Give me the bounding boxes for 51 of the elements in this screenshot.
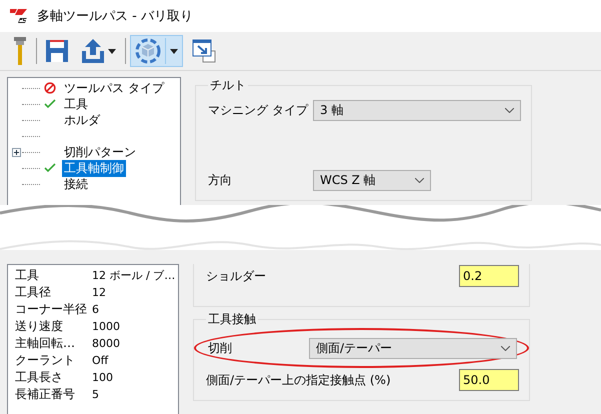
group-title: チルト xyxy=(209,77,247,94)
tree-item[interactable]: 切削パターン xyxy=(62,144,138,160)
info-value: 12 xyxy=(92,286,106,299)
tree-item[interactable]: ホルダ xyxy=(62,112,102,128)
toolbar-button[interactable] xyxy=(130,35,183,67)
contact-point-input[interactable]: 50.0 xyxy=(459,369,519,391)
expand-icon[interactable] xyxy=(12,148,21,156)
check-icon xyxy=(44,163,56,173)
info-name: 工具 xyxy=(15,267,40,284)
chevron-icon xyxy=(415,178,424,182)
info-name: 主軸回転… xyxy=(15,335,76,352)
tool-icon xyxy=(13,37,27,65)
field-label: 方向 xyxy=(208,172,232,188)
info-value: 8000 xyxy=(92,337,120,350)
cutting-dropdown[interactable]: 側面/テーパー xyxy=(309,338,517,358)
info-value: 6 xyxy=(92,303,99,316)
save-icon xyxy=(46,40,68,62)
info-name: 工具長さ xyxy=(15,369,64,386)
direction-dropdown[interactable]: WCS Z 軸 xyxy=(313,170,431,190)
chevron-icon xyxy=(505,108,514,112)
caret-icon xyxy=(170,48,178,54)
chevron-icon xyxy=(501,346,510,350)
info-name: 工具径 xyxy=(15,284,52,301)
tree-item[interactable]: 工具軸制御 xyxy=(62,160,126,176)
window-arrow-icon xyxy=(192,39,216,63)
field-label: 側面/テーパー上の指定接触点 (%) xyxy=(206,372,391,388)
prohibited-icon xyxy=(44,82,56,94)
info-value: 5 xyxy=(92,388,99,401)
tree-item[interactable]: 工具 xyxy=(62,96,90,112)
group-title: 工具接触 xyxy=(207,311,257,328)
app-logo-icon xyxy=(9,7,29,25)
machining-type-dropdown[interactable]: 3 軸 xyxy=(313,100,521,120)
info-value: 1000 xyxy=(92,320,120,333)
info-value: 100 xyxy=(92,371,113,384)
info-value: Off xyxy=(92,354,108,367)
field-label: マシニング タイプ xyxy=(208,102,308,118)
info-name: 送り速度 xyxy=(15,318,64,335)
info-value: 12 ボール / ブ… xyxy=(92,268,176,283)
shoulder-input[interactable]: 0.2 xyxy=(459,265,519,287)
info-name: クーラント xyxy=(15,352,76,369)
info-name: コーナー半径 xyxy=(15,301,88,318)
info-name: 長補正番号 xyxy=(15,386,76,403)
tree-item[interactable]: 接続 xyxy=(62,176,90,192)
tree-item[interactable]: ツールパス タイプ xyxy=(62,80,166,96)
cube-view-icon xyxy=(135,38,161,64)
check-icon xyxy=(44,99,56,109)
upload-icon xyxy=(82,39,104,63)
caret-icon xyxy=(108,48,116,54)
field-label: 切削 xyxy=(208,340,232,356)
field-label: ショルダー xyxy=(206,268,266,284)
window-title: 多軸ツールパス - バリ取り xyxy=(37,8,193,25)
